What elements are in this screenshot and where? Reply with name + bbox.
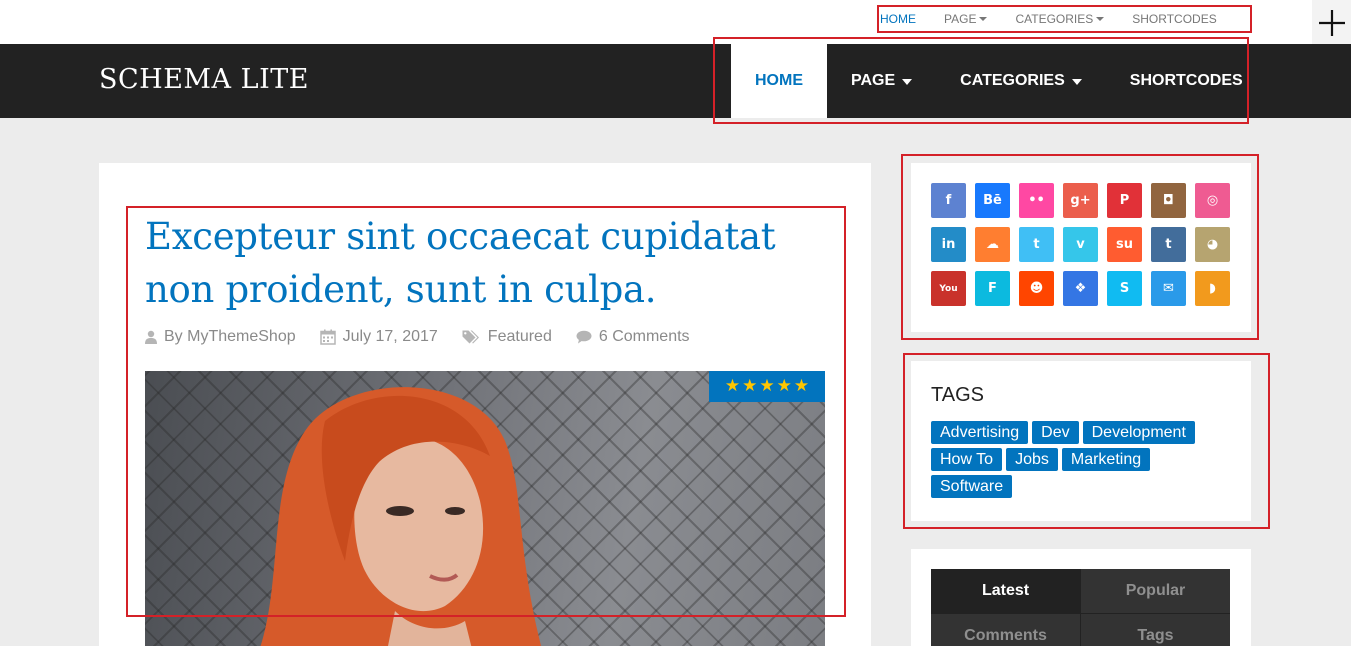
facebook-icon[interactable]: f [931, 183, 966, 218]
pinterest-icon[interactable]: P [1107, 183, 1142, 218]
email-icon[interactable]: ✉ [1151, 271, 1186, 306]
tag-marketing[interactable]: Marketing [1061, 448, 1151, 471]
top-nav-page[interactable]: PAGE [944, 12, 988, 26]
star-icon: ★ [724, 376, 741, 396]
chevron-down-icon [902, 79, 913, 85]
tab-tags[interactable]: Tags [1081, 614, 1230, 646]
dropbox-icon[interactable]: ❖ [1063, 271, 1098, 306]
star-icon: ★ [793, 376, 810, 396]
flickr-icon[interactable]: •• [1019, 183, 1054, 218]
star-icon: ★ [759, 376, 775, 396]
main-nav-categories[interactable]: CATEGORIES [936, 44, 1106, 118]
post-author[interactable]: By MyThemeShop [145, 328, 296, 346]
main-navigation: HOME PAGE CATEGORIES SHORTCODES [731, 44, 1267, 118]
top-nav-home[interactable]: HOME [880, 12, 916, 26]
youtube-icon[interactable]: You [931, 271, 966, 306]
post-meta: By MyThemeShop July 17, 2017 Featured 6 … [145, 328, 714, 346]
top-navigation: HOME PAGE CATEGORIES SHORTCODES [880, 8, 1217, 30]
chevron-down-icon [979, 17, 988, 21]
tag-how-to[interactable]: How To [931, 448, 1003, 471]
tag-advertising[interactable]: Advertising [931, 421, 1029, 444]
site-logo[interactable]: SCHEMA LITE [99, 64, 309, 95]
skype-icon[interactable]: S [1107, 271, 1142, 306]
comment-icon [576, 330, 592, 344]
tags-icon [462, 330, 479, 343]
top-bar: HOME PAGE CATEGORIES SHORTCODES [0, 0, 1351, 44]
main-nav-shortcodes[interactable]: SHORTCODES [1106, 44, 1267, 118]
plus-icon [1318, 10, 1345, 36]
behance-icon[interactable]: Bē [975, 183, 1010, 218]
stumbleupon-icon[interactable]: su [1107, 227, 1142, 262]
google-plus-icon[interactable]: g+ [1063, 183, 1098, 218]
tab-comments[interactable]: Comments [931, 614, 1081, 646]
instagram-icon[interactable]: ◘ [1151, 183, 1186, 218]
tag-development[interactable]: Development [1082, 421, 1195, 444]
tab-latest[interactable]: Latest [931, 569, 1081, 614]
chevron-down-icon [1096, 17, 1105, 21]
top-nav-shortcodes[interactable]: SHORTCODES [1132, 12, 1216, 26]
tab-popular[interactable]: Popular [1081, 569, 1230, 614]
site-header: SCHEMA LITE HOME PAGE CATEGORIES SHORTCO… [0, 44, 1351, 118]
star-icon: ★ [776, 376, 792, 396]
rss-icon[interactable]: ◗ [1195, 271, 1230, 306]
portrait-woman-red-hair [260, 387, 542, 646]
post-category[interactable]: Featured [462, 328, 552, 346]
chevron-down-icon [1071, 79, 1082, 85]
post-comments[interactable]: 6 Comments [576, 328, 690, 346]
tag-dev[interactable]: Dev [1032, 421, 1079, 444]
post-tabs: Latest Popular Comments Tags [931, 569, 1230, 646]
linkedin-icon[interactable]: in [931, 227, 966, 262]
tag-jobs[interactable]: Jobs [1006, 448, 1058, 471]
user-icon [145, 330, 157, 344]
featured-image[interactable]: ★ ★ ★ ★ ★ [145, 371, 825, 646]
main-nav-home[interactable]: HOME [731, 44, 827, 118]
vimeo-icon[interactable]: v [1063, 227, 1098, 262]
twitter-icon[interactable]: t [1019, 227, 1054, 262]
post-title[interactable]: Excepteur sint occaecat cupidatat non pr… [145, 210, 825, 316]
dribbble-icon[interactable]: ◎ [1195, 183, 1230, 218]
tags-widget-title: TAGS [931, 384, 984, 406]
soundcloud-icon[interactable]: ☁ [975, 227, 1010, 262]
post-date: July 17, 2017 [319, 328, 438, 346]
calendar-icon [319, 329, 336, 345]
social-icons-grid: f Bē •• g+ P ◘ ◎ in ☁ t v su t ◕ You F ☻ ❖ S ✉ ◗ [931, 183, 1230, 306]
tag-software[interactable]: Software [931, 475, 1013, 498]
main-nav-page[interactable]: PAGE [827, 44, 936, 118]
star-rating: ★ ★ ★ ★ ★ [709, 371, 825, 402]
star-icon: ★ [742, 376, 758, 396]
top-nav-categories[interactable]: CATEGORIES [1015, 12, 1105, 26]
tag-cloud: Advertising Dev Development How To Jobs … [931, 421, 1231, 498]
reddit-icon[interactable]: ☻ [1019, 271, 1054, 306]
github-icon[interactable]: ◕ [1195, 227, 1230, 262]
foursquare-icon[interactable]: F [975, 271, 1010, 306]
tumblr-icon[interactable]: t [1151, 227, 1186, 262]
add-button[interactable] [1312, 0, 1351, 46]
